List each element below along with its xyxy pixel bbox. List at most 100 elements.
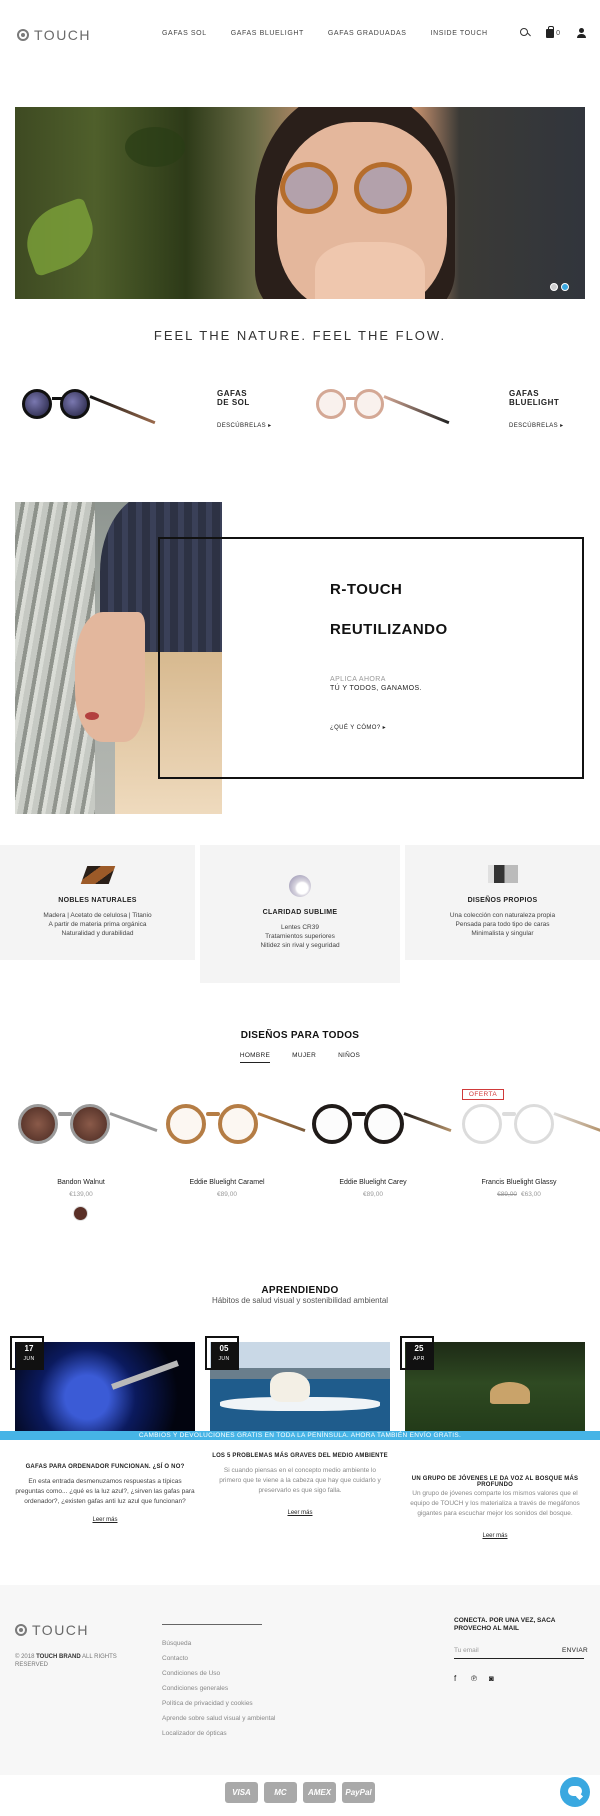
blog-date-inner: 17 JUN: [16, 1342, 42, 1368]
blog-date-day: 17: [24, 1344, 34, 1353]
blog-date: 17 JUN: [10, 1336, 44, 1370]
lens: [218, 1104, 258, 1144]
nav-item-inside-touch[interactable]: INSIDE TOUCH: [431, 30, 488, 37]
bridge: [58, 1112, 72, 1116]
tab-mujer[interactable]: MUJER: [292, 1052, 316, 1063]
temple: [553, 1112, 600, 1133]
product-image[interactable]: [312, 1098, 452, 1148]
category-image-sun[interactable]: [22, 385, 156, 425]
slider-dot-2[interactable]: [561, 283, 569, 291]
footer-copyright: © 2018 TOUCH BRAND ALL RIGHTS RESERVED: [15, 1653, 135, 1669]
blog-image-detail: [270, 1372, 310, 1402]
feature-line: Tratamientos superiores: [265, 933, 335, 940]
slider-dots: [550, 283, 569, 291]
promo-link[interactable]: ¿QUÉ Y CÓMO? ▸: [330, 724, 386, 731]
hero-slider[interactable]: [15, 107, 585, 299]
footer-link-localizador[interactable]: Localizador de ópticas: [162, 1730, 227, 1737]
nav-item-gafas-bluelight[interactable]: GAFAS BLUELIGHT: [231, 30, 304, 37]
nav-item-gafas-sol[interactable]: GAFAS SOL: [162, 30, 207, 37]
read-more-link[interactable]: Leer más: [10, 1517, 200, 1523]
lens: [364, 1104, 404, 1144]
hero-lens-left: [280, 162, 338, 214]
hero-leaf: [16, 196, 104, 278]
feature-line: A partir de materia prima orgánica: [48, 921, 147, 928]
promo-subtitle: TÚ Y TODOS, GANAMOS.: [330, 685, 422, 692]
blog-post-title[interactable]: UN GRUPO DE JÓVENES LE DA VOZ AL BOSQUE …: [400, 1476, 590, 1488]
lens: [70, 1104, 110, 1144]
blog-image-detail: [490, 1382, 530, 1404]
sale-price: €63,00: [521, 1191, 541, 1198]
feature-card: CLARIDAD SUBLIME Lentes CR39 Tratamiento…: [200, 845, 400, 983]
blog-date-month: APR: [413, 1356, 425, 1362]
newsletter-send-button[interactable]: ENVIAR: [562, 1647, 588, 1654]
header-actions: 0: [520, 25, 586, 38]
blog-date: 05 JUN: [205, 1336, 239, 1370]
product-name[interactable]: Eddie Bluelight Caramel: [157, 1179, 297, 1186]
product-name[interactable]: Bandon Walnut: [11, 1179, 151, 1186]
tagline: FEEL THE NATURE. FEEL THE FLOW.: [153, 328, 447, 343]
product-name[interactable]: Francis Bluelight Glassy: [449, 1179, 589, 1186]
facebook-icon[interactable]: f: [454, 1674, 456, 1683]
footer-logo[interactable]: TOUCH: [15, 1622, 89, 1638]
temple: [383, 395, 450, 425]
discover-sun-link[interactable]: DESCÚBRELAS ▸: [217, 422, 272, 429]
blog-post-excerpt: Si cuando piensas en el concepto medio a…: [200, 1466, 400, 1496]
feature-card: NOBLES NATURALES Madera | Acetato de cel…: [0, 845, 195, 960]
discover-bluelight-link[interactable]: DESCÚBRELAS ▸: [509, 422, 564, 429]
blog-post-title[interactable]: GAFAS PARA ORDENADOR FUNCIONAN. ¿SÍ O NO…: [10, 1464, 200, 1470]
instagram-icon[interactable]: ◙: [489, 1674, 494, 1683]
product-image[interactable]: [18, 1098, 158, 1148]
read-more-link[interactable]: Leer más: [205, 1510, 395, 1516]
feature-line: Nitidez sin rival y seguridad: [260, 942, 340, 949]
promo-lips: [85, 712, 99, 720]
category-title-line: DE SOL: [217, 398, 250, 407]
footer-link-privacidad[interactable]: Política de privacidad y cookies: [162, 1700, 253, 1707]
excerpt-line: preservarlo es que sigo falla.: [258, 1487, 342, 1494]
color-swatch[interactable]: [73, 1206, 88, 1221]
lens: [166, 1104, 206, 1144]
tab-ninos[interactable]: NIÑOS: [338, 1052, 360, 1063]
footer-link-condiciones-generales[interactable]: Condiciones generales: [162, 1685, 228, 1692]
nav-item-gafas-graduadas[interactable]: GAFAS GRADUADAS: [328, 30, 407, 37]
feature-title: CLARIDAD SUBLIME: [262, 909, 338, 916]
logo-text: TOUCH: [34, 27, 92, 43]
chat-icon[interactable]: [560, 1777, 590, 1807]
cart-button[interactable]: 0: [546, 25, 560, 38]
footer-link-condiciones-uso[interactable]: Condiciones de Uso: [162, 1670, 220, 1677]
product-image[interactable]: [166, 1098, 306, 1148]
feature-line: Una colección con naturaleza propia: [449, 912, 556, 919]
tab-hombre[interactable]: HOMBRE: [239, 1052, 271, 1063]
footer-link-contacto[interactable]: Contacto: [162, 1655, 188, 1662]
wood-sample-icon: [80, 866, 115, 884]
design-sample-icon: [487, 865, 518, 883]
blog-date-inner: 05 JUN: [211, 1342, 237, 1368]
product-name[interactable]: Eddie Bluelight Carey: [303, 1179, 443, 1186]
temple: [403, 1112, 452, 1133]
products-section-title: DISEÑOS PARA TODOS: [240, 1030, 360, 1041]
shipping-banner: CAMBIOS Y DEVOLUCIONES GRATIS EN TODA LA…: [0, 1431, 600, 1440]
user-icon[interactable]: [576, 28, 586, 38]
read-more-link[interactable]: Leer más: [400, 1533, 590, 1539]
footer-link-aprende[interactable]: Aprende sobre salud visual y ambiental: [162, 1715, 275, 1722]
copyright-year: © 2018: [15, 1654, 35, 1660]
main-nav: GAFAS SOL GAFAS BLUELIGHT GAFAS GRADUADA…: [162, 30, 488, 37]
slider-dot-1[interactable]: [550, 283, 558, 291]
brand-logo[interactable]: TOUCH: [17, 27, 91, 43]
footer-link-busqueda[interactable]: Búsqueda: [162, 1640, 191, 1647]
lens: [316, 389, 346, 419]
lens: [462, 1104, 502, 1144]
visa-icon: VISA: [225, 1782, 258, 1803]
excerpt-line: gigantes para escuchar mejor los sonidos…: [417, 1510, 573, 1517]
category-image-bluelight[interactable]: [316, 385, 450, 425]
pinterest-icon[interactable]: ℗: [471, 1674, 477, 1683]
hero-glasses: [280, 162, 420, 217]
logo-mark-icon: [15, 1624, 27, 1636]
bridge: [352, 1112, 366, 1116]
blog-post-title[interactable]: LOS 5 PROBLEMAS MÁS GRAVES DEL MEDIO AMB…: [205, 1453, 395, 1459]
bridge: [206, 1112, 220, 1116]
search-icon[interactable]: [520, 28, 530, 38]
product-image[interactable]: [462, 1098, 600, 1148]
promo-heading: REUTILIZANDO: [330, 621, 448, 638]
mastercard-icon: MC: [264, 1782, 297, 1803]
temple: [109, 1112, 158, 1133]
